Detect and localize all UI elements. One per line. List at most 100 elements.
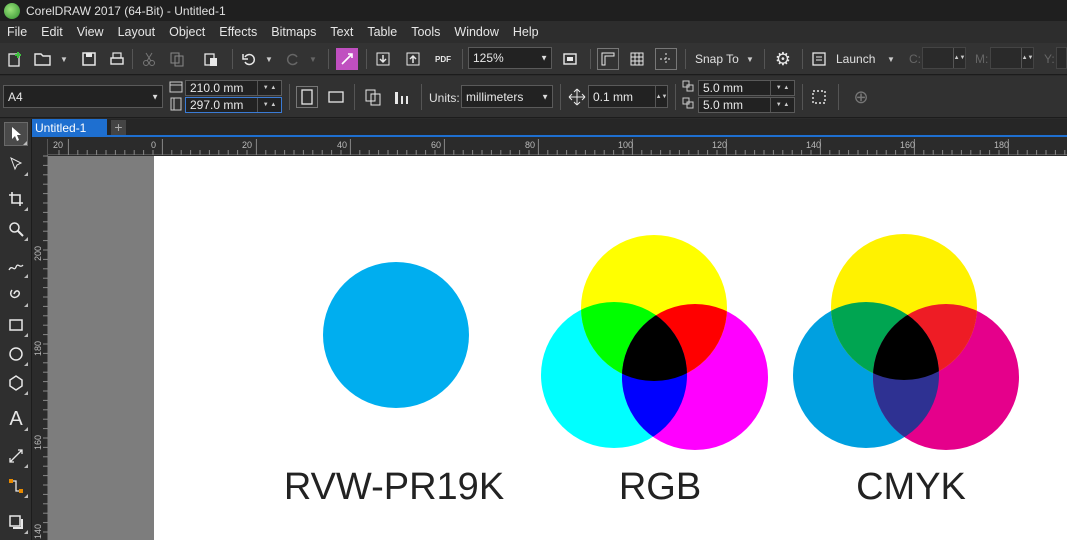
menu-view[interactable]: View: [70, 25, 111, 39]
caption-rgb[interactable]: RGB: [530, 466, 790, 509]
page-height-field[interactable]: 297.0 mm ▼ ▲: [185, 97, 282, 113]
undo-dropdown-caret-icon[interactable]: ▼: [265, 55, 273, 64]
desktop-area[interactable]: [48, 156, 154, 540]
separator: [764, 49, 765, 69]
duplicate-x-spin-icon[interactable]: ▼ ▲: [770, 81, 794, 95]
ruler-label: 20: [53, 140, 64, 150]
c-spin-icon[interactable]: ▲▼: [953, 48, 965, 68]
page-width-spin-icon[interactable]: ▼ ▲: [257, 81, 281, 95]
caption-cmyk[interactable]: CMYK: [781, 466, 1041, 509]
polygon-tool-icon[interactable]: [4, 371, 28, 395]
artistic-media-icon[interactable]: [4, 283, 28, 307]
corel-connect-icon[interactable]: [336, 48, 358, 70]
duplicate-y-spin-icon[interactable]: ▼ ▲: [770, 98, 794, 112]
add-icon[interactable]: ⊕: [850, 86, 872, 108]
full-screen-icon[interactable]: [559, 48, 581, 70]
duplicate-y-field[interactable]: 5.0 mm ▼ ▲: [698, 97, 795, 113]
snap-to-dropdown-caret-icon[interactable]: ▼: [746, 55, 754, 64]
redo-icon[interactable]: [282, 48, 304, 70]
zoom-tool-icon[interactable]: [4, 217, 28, 241]
treat-as-filled-icon[interactable]: [808, 86, 830, 108]
units-dropdown-caret-icon[interactable]: ▼: [541, 92, 549, 101]
all-pages-icon[interactable]: [362, 86, 384, 108]
new-document-icon[interactable]: [4, 48, 26, 70]
connector-tool-icon[interactable]: [4, 474, 28, 498]
toolbox: A: [0, 119, 32, 540]
m-field[interactable]: ▲▼: [990, 47, 1034, 69]
paste-icon[interactable]: [200, 48, 222, 70]
snap-to-label[interactable]: Snap To: [695, 52, 739, 66]
landscape-icon[interactable]: [325, 86, 347, 108]
page-size-combo[interactable]: A4 ▼: [3, 85, 163, 108]
import-icon[interactable]: [372, 48, 394, 70]
nudge-spin-icon[interactable]: ▲▼: [655, 86, 667, 107]
page-size-dropdown-caret-icon[interactable]: ▼: [151, 92, 159, 101]
launch-icon[interactable]: [808, 48, 830, 70]
launch-label[interactable]: Launch: [836, 52, 875, 66]
crop-tool-icon[interactable]: [4, 187, 28, 211]
new-tab-button[interactable]: +: [111, 120, 126, 135]
units-value: millimeters: [466, 89, 524, 104]
nudge-icon: [566, 86, 588, 108]
freehand-tool-icon[interactable]: [4, 254, 28, 278]
undo-icon[interactable]: [238, 48, 260, 70]
menu-bitmaps[interactable]: Bitmaps: [264, 25, 323, 39]
cut-icon[interactable]: [138, 48, 160, 70]
m-spin-icon[interactable]: ▲▼: [1021, 48, 1033, 68]
units-combo[interactable]: millimeters ▼: [461, 85, 553, 108]
open-icon[interactable]: [32, 48, 54, 70]
copy-icon[interactable]: [166, 48, 188, 70]
duplicate-x-field[interactable]: 5.0 mm ▼ ▲: [698, 80, 795, 96]
launch-dropdown-caret-icon[interactable]: ▼: [887, 55, 895, 64]
caption-swatch[interactable]: RVW-PR19K: [264, 466, 524, 509]
duplicate-x-icon: [681, 79, 697, 95]
redo-dropdown-caret-icon[interactable]: ▼: [309, 55, 317, 64]
drop-shadow-tool-icon[interactable]: [4, 510, 28, 534]
menu-layout[interactable]: Layout: [111, 25, 163, 39]
document-tab[interactable]: Untitled-1: [32, 119, 107, 137]
menu-file[interactable]: File: [0, 25, 34, 39]
menu-edit[interactable]: Edit: [34, 25, 70, 39]
show-rulers-icon[interactable]: [597, 48, 619, 70]
options-gear-icon[interactable]: ⚙: [772, 48, 794, 70]
swatch-circle[interactable]: [323, 262, 469, 408]
export-icon[interactable]: [402, 48, 424, 70]
units-label: Units:: [429, 91, 460, 105]
show-guidelines-icon[interactable]: [655, 48, 677, 70]
ellipse-tool-icon[interactable]: [4, 342, 28, 366]
dimension-tool-icon[interactable]: [4, 444, 28, 468]
print-icon[interactable]: [106, 48, 128, 70]
show-grid-icon[interactable]: [626, 48, 648, 70]
pick-tool-icon[interactable]: [4, 122, 28, 146]
menu-window[interactable]: Window: [447, 25, 505, 39]
menu-help[interactable]: Help: [506, 25, 546, 39]
vertical-ruler[interactable]: 200 180 160 140: [32, 139, 48, 540]
menu-table[interactable]: Table: [360, 25, 404, 39]
page-size-value: A4: [8, 89, 23, 104]
separator: [232, 49, 233, 69]
page-height-spin-icon[interactable]: ▼ ▲: [257, 98, 281, 112]
rectangle-tool-icon[interactable]: [4, 313, 28, 337]
c-field[interactable]: ▲▼: [922, 47, 966, 69]
text-tool-icon[interactable]: A: [4, 407, 28, 431]
menu-tools[interactable]: Tools: [404, 25, 447, 39]
menu-effects[interactable]: Effects: [212, 25, 264, 39]
save-icon[interactable]: [78, 48, 100, 70]
zoom-dropdown-caret-icon[interactable]: ▼: [540, 54, 548, 63]
open-dropdown-caret-icon[interactable]: ▼: [60, 55, 68, 64]
portrait-icon[interactable]: [296, 86, 318, 108]
page-width-field[interactable]: 210.0 mm ▼ ▲: [185, 80, 282, 96]
cmyk-diagram[interactable]: [793, 234, 1019, 450]
publish-pdf-icon[interactable]: PDF: [432, 48, 454, 70]
y-field[interactable]: [1056, 47, 1067, 69]
menu-text[interactable]: Text: [323, 25, 360, 39]
page-width-value: 210.0 mm: [190, 81, 244, 95]
current-page-icon[interactable]: [391, 86, 413, 108]
nudge-distance-value: 0.1 mm: [593, 89, 634, 104]
zoom-level-combo[interactable]: 125% ▼: [468, 47, 552, 69]
horizontal-ruler[interactable]: 20 0 20 40 60 80 100 120 140 160 180: [48, 139, 1067, 155]
menu-object[interactable]: Object: [162, 25, 212, 39]
shape-tool-icon[interactable]: [4, 152, 28, 176]
nudge-distance-field[interactable]: 0.1 mm ▲▼: [588, 85, 668, 108]
rgb-diagram[interactable]: [541, 235, 768, 450]
